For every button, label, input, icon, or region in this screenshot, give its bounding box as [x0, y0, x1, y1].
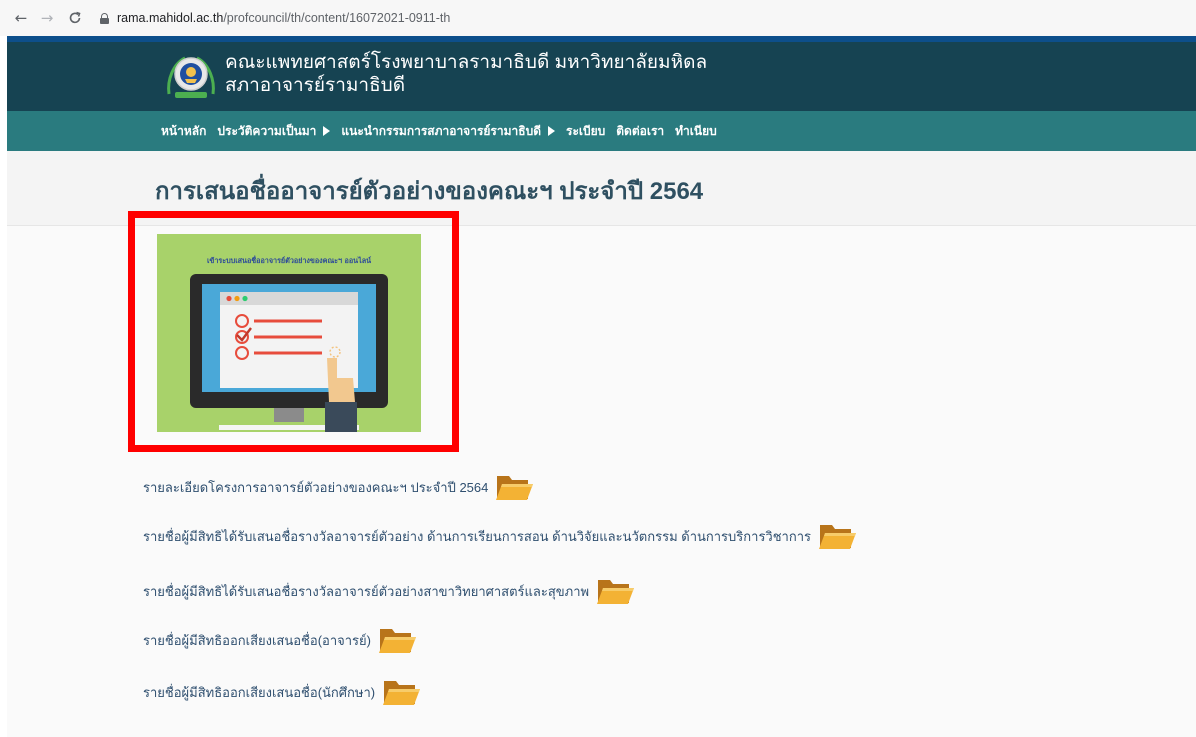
- main-navbar: หน้าหลัก ประวัติความเป็นมา แนะนำกรรมการส…: [7, 111, 1196, 151]
- nav-item-contact[interactable]: ติดต่อเรา: [616, 122, 664, 141]
- site-title-line1: คณะแพทยศาสตร์โรงพยาบาลรามาธิบดี มหาวิทยา…: [225, 52, 708, 73]
- reload-arrow: [69, 11, 81, 24]
- page-title: การเสนอชื่ออาจารย์ตัวอย่างของคณะฯ ประจำป…: [155, 178, 704, 205]
- nav-item-label: ติดต่อเรา: [616, 123, 665, 138]
- folder-icon[interactable]: [817, 518, 857, 554]
- link-label: รายชื่อผู้มีสิทธิออกเสียงเสนอชื่อ(อาจารย…: [143, 632, 371, 648]
- nav-item-label: หน้าหลัก: [161, 123, 207, 138]
- lock-icon: [100, 12, 109, 24]
- faculty-logo[interactable]: [165, 50, 217, 102]
- nav-item-regulations[interactable]: ระเบียบ: [566, 122, 605, 141]
- folder-icon[interactable]: [494, 469, 534, 505]
- nav-item-label: ระเบียบ: [566, 123, 606, 138]
- link-label: รายละเอียดโครงการอาจารย์ตัวอย่างของคณะฯ …: [143, 479, 489, 495]
- link-eligible-health-science[interactable]: รายชื่อผู้มีสิทธิได้รับเสนอชื่อรางวัลอาจ…: [143, 573, 635, 609]
- submenu-arrow-icon: [323, 126, 331, 136]
- url-text: rama.mahidol.ac.th/profcouncil/th/conten…: [117, 11, 450, 25]
- address-bar[interactable]: rama.mahidol.ac.th/profcouncil/th/conten…: [100, 6, 450, 30]
- url-domain: rama.mahidol.ac.th: [117, 11, 224, 25]
- link-eligible-teaching-research-service[interactable]: รายชื่อผู้มีสิทธิได้รับเสนอชื่อรางวัลอาจ…: [143, 518, 857, 554]
- link-voters-faculty[interactable]: รายชื่อผู้มีสิทธิออกเสียงเสนอชื่อ(อาจารย…: [143, 622, 417, 658]
- site-title-line2: สภาอาจารย์รามาธิบดี: [225, 75, 406, 96]
- header-banner: คณะแพทยศาสตร์โรงพยาบาลรามาธิบดี มหาวิทยา…: [7, 42, 1196, 111]
- folder-icon[interactable]: [377, 622, 417, 658]
- banner-caption: เข้าระบบเสนอชื่ออาจารย์ตัวอย่างของคณะฯ อ…: [207, 255, 371, 265]
- folder-icon[interactable]: [381, 674, 421, 710]
- forward-arrow-icon[interactable]: →: [36, 7, 58, 29]
- link-voters-students[interactable]: รายชื่อผู้มีสิทธิออกเสียงเสนอชื่อ(นักศึก…: [143, 674, 421, 710]
- nav-item-committee[interactable]: แนะนำกรรมการสภาอาจารย์รามาธิบดี: [341, 122, 555, 141]
- link-label: รายชื่อผู้มีสิทธิออกเสียงเสนอชื่อ(นักศึก…: [143, 684, 376, 700]
- nav-item-label: ทำเนียบ: [675, 123, 717, 138]
- link-project-details[interactable]: รายละเอียดโครงการอาจารย์ตัวอย่างของคณะฯ …: [143, 469, 534, 505]
- nav-item-home[interactable]: หน้าหลัก: [161, 122, 206, 141]
- reload-icon[interactable]: [64, 7, 86, 29]
- folder-icon[interactable]: [595, 573, 635, 609]
- online-nomination-banner[interactable]: เข้าระบบเสนอชื่ออาจารย์ตัวอย่างของคณะฯ อ…: [157, 234, 421, 432]
- back-arrow-icon[interactable]: ←: [10, 7, 32, 29]
- browser-toolbar: ← → rama.mahidol.ac.th/profcouncil/th/co…: [0, 0, 1196, 36]
- site-header: คณะแพทยศาสตร์โรงพยาบาลรามาธิบดี มหาวิทยา…: [7, 36, 1196, 151]
- nav-item-directory[interactable]: ทำเนียบ: [675, 122, 717, 141]
- site-title: คณะแพทยศาสตร์โรงพยาบาลรามาธิบดี มหาวิทยา…: [225, 51, 707, 97]
- link-label: รายชื่อผู้มีสิทธิได้รับเสนอชื่อรางวัลอาจ…: [143, 583, 590, 599]
- nav-item-label: ประวัติความเป็นมา: [217, 123, 317, 138]
- nav-item-label: แนะนำกรรมการสภาอาจารย์รามาธิบดี: [341, 123, 541, 138]
- submenu-arrow-icon: [548, 126, 555, 136]
- nav-item-history[interactable]: ประวัติความเป็นมา: [217, 122, 331, 141]
- link-label: รายชื่อผู้มีสิทธิได้รับเสนอชื่อรางวัลอาจ…: [143, 528, 812, 544]
- url-path: /profcouncil/th/content/16072021-0911-th: [223, 11, 451, 25]
